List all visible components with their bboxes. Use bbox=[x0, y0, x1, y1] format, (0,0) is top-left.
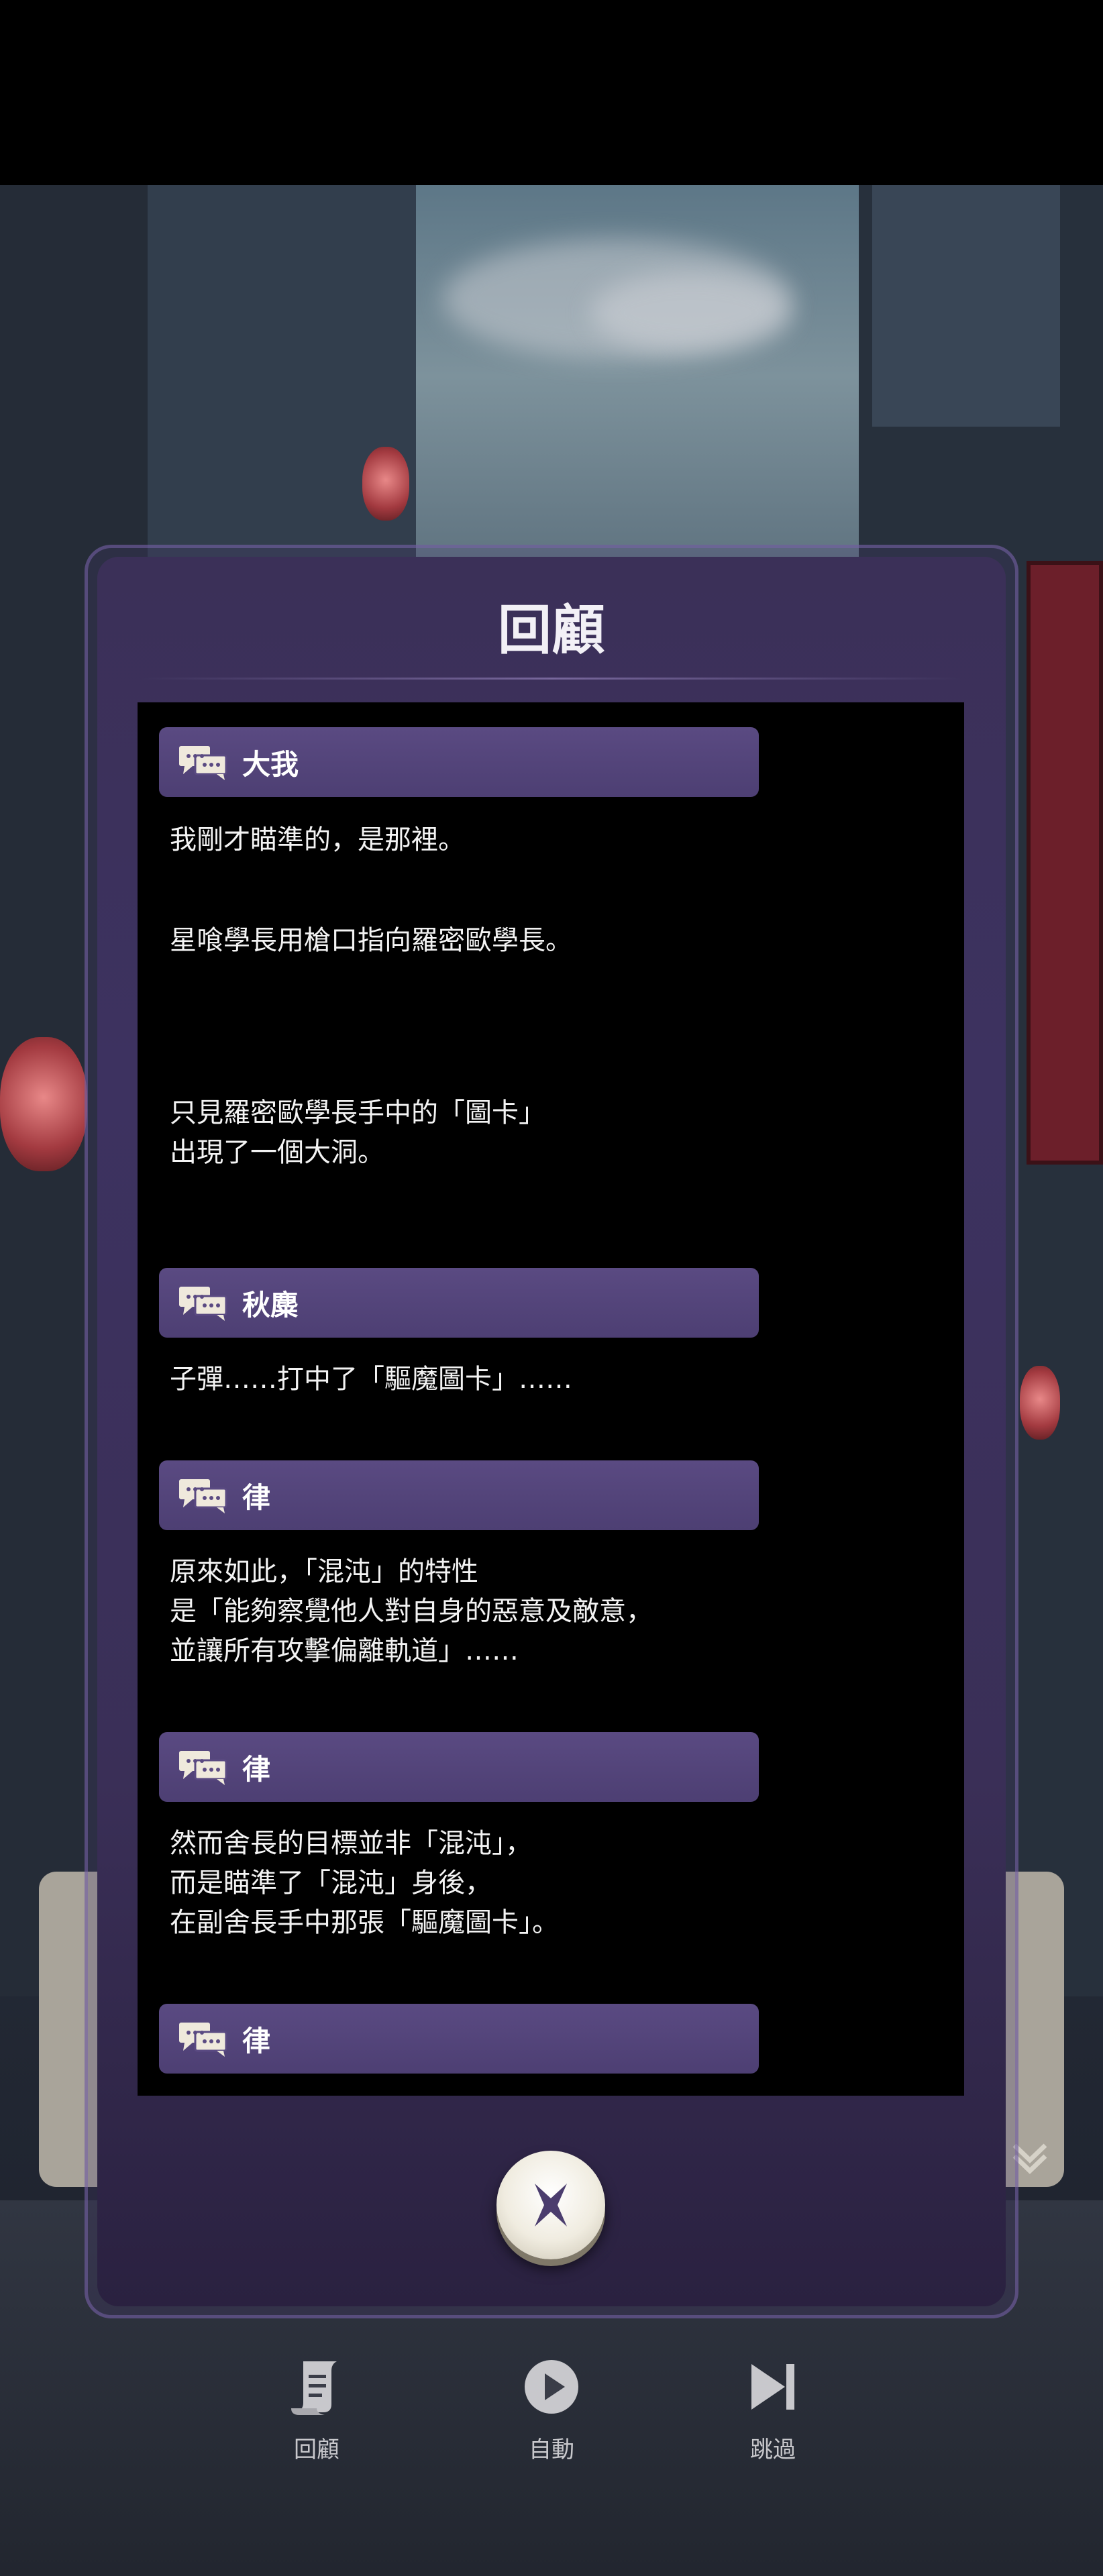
scroll-icon bbox=[291, 2361, 337, 2415]
speaker-bar: 律 bbox=[159, 1732, 759, 1802]
skip-next-icon bbox=[751, 2364, 794, 2410]
log-line: 子彈……打中了「驅魔圖卡」…… bbox=[170, 1364, 572, 1395]
log-line: 星喰學長用槍口指向羅密歐學長。 bbox=[170, 925, 572, 956]
speaker-bar: 律 bbox=[159, 1460, 759, 1530]
log-line: 在副舍長手中那張「驅魔圖卡」。 bbox=[170, 1907, 559, 1938]
close-button[interactable] bbox=[496, 2151, 605, 2259]
close-x-icon bbox=[535, 2184, 567, 2226]
speaker-name: 秋麋 bbox=[242, 1288, 299, 1322]
dialog-title: 回顧 bbox=[498, 599, 605, 661]
speaker-name: 律 bbox=[242, 2024, 271, 2057]
log-line: 然而舍長的目標並非「混沌」， bbox=[170, 1828, 532, 1859]
log-line: 並讓所有攻擊偏離軌道」…… bbox=[170, 1635, 519, 1666]
log-line: 是「能夠察覺他人對自身的惡意及敵意， bbox=[170, 1596, 653, 1627]
play-icon bbox=[525, 2360, 578, 2414]
auto-label: 自動 bbox=[529, 2436, 574, 2463]
speaker-bar: 秋麋 bbox=[159, 1268, 759, 1338]
log-line: 我剛才瞄準的，是那裡。 bbox=[170, 824, 465, 855]
review-button[interactable]: 回顧 bbox=[256, 2355, 377, 2464]
speech-bubbles-icon bbox=[179, 2023, 227, 2057]
auto-button[interactable]: 自動 bbox=[491, 2355, 612, 2464]
speech-bubbles-icon bbox=[179, 1751, 227, 1785]
speaker-name: 大我 bbox=[242, 747, 299, 781]
review-log-list[interactable]: 大我 我剛才瞄準的，是那裡。 星喰學長用槍口指向羅密歐學長。 只見羅密歐學長手中… bbox=[138, 702, 964, 2096]
log-line: 只見羅密歐學長手中的「圖卡」 bbox=[170, 1097, 545, 1128]
skip-label: 跳過 bbox=[750, 2436, 796, 2463]
speaker-bar: 律 bbox=[159, 2004, 759, 2074]
speaker-bar: 大我 bbox=[159, 727, 759, 797]
speech-bubbles-icon bbox=[179, 1287, 227, 1321]
log-line: 出現了一個大洞。 bbox=[170, 1137, 384, 1168]
log-line: 原來如此，「混沌」的特性 bbox=[170, 1556, 478, 1587]
log-line: 而是瞄準了「混沌」身後， bbox=[170, 1868, 492, 1898]
speech-bubbles-icon bbox=[179, 746, 227, 780]
speech-bubbles-icon bbox=[179, 1479, 227, 1513]
skip-button[interactable]: 跳過 bbox=[713, 2355, 833, 2464]
speaker-name: 律 bbox=[242, 1481, 271, 1514]
speaker-name: 律 bbox=[242, 1752, 271, 1786]
top-letterbox bbox=[0, 0, 1103, 185]
title-divider bbox=[141, 678, 962, 680]
review-label: 回顧 bbox=[294, 2436, 339, 2463]
